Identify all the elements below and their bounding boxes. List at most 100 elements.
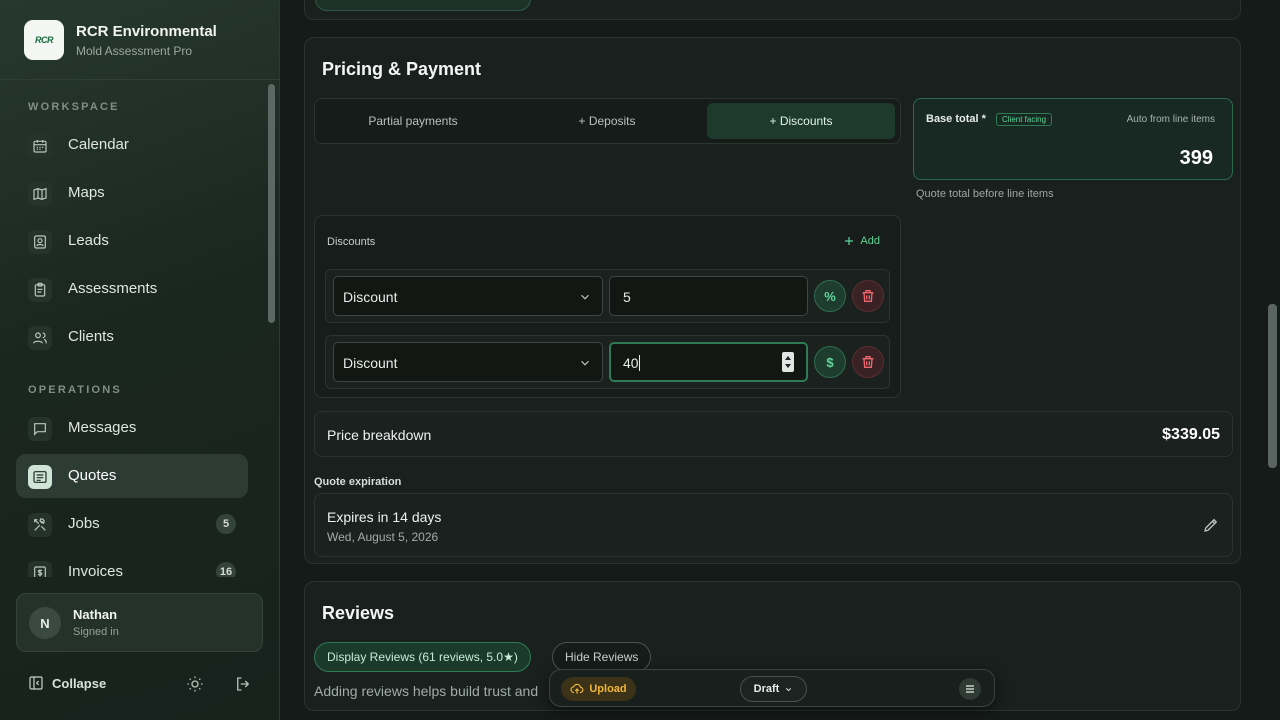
discount-amount-input[interactable]: 40 <box>609 342 808 382</box>
discount-row: Discount 5 % <box>325 269 890 323</box>
sidebar-scrollbar-thumb[interactable] <box>268 84 275 323</box>
sidebar-item-label: Jobs <box>68 515 100 532</box>
sidebar-item-messages[interactable]: Messages <box>16 406 248 450</box>
base-total-label: Base total * <box>926 113 986 125</box>
previous-section-card <box>304 0 1241 20</box>
pencil-icon <box>1204 518 1218 532</box>
trash-icon <box>862 290 874 302</box>
percent-icon: % <box>824 288 836 304</box>
invoice-icon <box>28 561 52 577</box>
user-card[interactable]: N Nathan Signed in <box>16 593 263 652</box>
add-label: Add <box>860 235 880 247</box>
page-scrollbar-thumb[interactable] <box>1268 304 1277 468</box>
count-badge: 5 <box>216 514 236 534</box>
main-content: Pricing & Payment Partial payments + Dep… <box>280 0 1280 720</box>
brand-logo: RCR <box>24 20 64 60</box>
brand-name: RCR Environmental <box>76 23 217 40</box>
chevron-down-icon <box>581 294 589 300</box>
expiration-summary: Expires in 14 days <box>327 509 442 525</box>
base-total-help: Quote total before line items <box>916 188 1054 200</box>
auto-from-line-items-label: Auto from line items <box>1126 114 1215 125</box>
sidebar-item-clients[interactable]: Clients <box>16 315 248 359</box>
status-value: Draft <box>753 683 780 695</box>
delete-discount-button[interactable] <box>852 346 884 378</box>
discount-type-select[interactable]: Discount <box>333 276 603 316</box>
collapse-button[interactable]: Collapse <box>28 675 106 691</box>
quote-expiration-field: Expires in 14 days Wed, August 5, 2026 <box>314 493 1233 557</box>
pricing-payment-card: Pricing & Payment Partial payments + Dep… <box>304 37 1241 564</box>
discount-type-value: Discount <box>343 289 398 305</box>
delete-discount-button[interactable] <box>852 280 884 312</box>
price-breakdown-label: Price breakdown <box>327 427 432 443</box>
theme-toggle-button[interactable] <box>186 675 204 693</box>
discount-mode-button[interactable]: $ <box>814 346 846 378</box>
sidebar-item-label: Invoices <box>68 563 124 577</box>
menu-icon <box>966 685 974 693</box>
client-facing-badge: Client facing <box>996 113 1053 126</box>
logout-button[interactable] <box>234 675 252 693</box>
price-breakdown-value: $339.05 <box>1162 426 1220 443</box>
edit-expiration-button[interactable] <box>1202 516 1220 534</box>
sidebar-collapse-icon <box>29 676 43 690</box>
expiration-date: Wed, August 5, 2026 <box>327 530 439 544</box>
discount-type-select[interactable]: Discount <box>333 342 603 382</box>
tab-discounts[interactable]: + Discounts <box>707 103 895 139</box>
count-badge: 16 <box>216 562 236 577</box>
brand[interactable]: RCR RCR Environmental Mold Assessment Pr… <box>24 20 264 60</box>
upload-label: Upload <box>589 683 627 695</box>
price-breakdown[interactable]: Price breakdown $339.05 <box>314 411 1233 457</box>
section-title: Reviews <box>322 603 395 623</box>
tools-icon <box>28 513 52 537</box>
sidebar-item-jobs[interactable]: Jobs 5 <box>16 502 248 546</box>
display-reviews-button[interactable]: Display Reviews (61 reviews, 5.0★) <box>314 642 531 672</box>
discount-amount-input[interactable]: 5 <box>609 276 808 316</box>
sidebar-item-assessments[interactable]: Assessments <box>16 267 248 311</box>
add-discount-button[interactable]: Add <box>843 235 880 247</box>
calendar-icon <box>28 134 52 158</box>
reviews-help-text: Adding reviews helps build trust and <box>314 683 539 699</box>
hide-reviews-button[interactable]: Hide Reviews <box>552 642 652 672</box>
sidebar-item-label: Assessments <box>68 280 158 297</box>
previous-section-button[interactable] <box>315 0 531 11</box>
text-caret <box>638 355 640 371</box>
base-total-value: 399 <box>1179 147 1213 169</box>
discounts-panel: Discounts Add Discount 5 % Discount 40 $ <box>314 215 901 398</box>
dollar-icon: $ <box>826 354 834 370</box>
sidebar-item-label: Quotes <box>68 467 117 484</box>
status-select[interactable]: Draft <box>740 676 807 702</box>
logout-icon <box>237 677 250 691</box>
contact-card-icon <box>28 230 52 254</box>
plus-icon <box>845 237 854 245</box>
sidebar: RCR RCR Environmental Mold Assessment Pr… <box>0 0 280 720</box>
sidebar-item-label: Clients <box>68 328 114 345</box>
collapse-label: Collapse <box>52 675 107 691</box>
discount-mode-button[interactable]: % <box>814 280 846 312</box>
section-label-operations: OPERATIONS <box>28 384 122 396</box>
discount-amount-value: 40 <box>623 355 640 371</box>
chevron-down-icon <box>581 360 589 366</box>
sidebar-item-label: Messages <box>68 419 137 436</box>
sidebar-item-leads[interactable]: Leads <box>16 219 248 263</box>
message-icon <box>28 417 52 441</box>
sidebar-item-maps[interactable]: Maps <box>16 171 248 215</box>
sidebar-item-calendar[interactable]: Calendar <box>16 123 248 167</box>
avatar: N <box>29 607 61 639</box>
number-spinner[interactable] <box>782 352 794 372</box>
base-total-field[interactable]: Base total * Client facing Auto from lin… <box>913 98 1233 180</box>
sidebar-item-invoices[interactable]: Invoices 16 <box>16 550 248 577</box>
sidebar-item-label: Calendar <box>68 136 129 153</box>
sidebar-item-quotes[interactable]: Quotes <box>16 454 248 498</box>
user-name: Nathan <box>73 607 118 622</box>
section-label-workspace: WORKSPACE <box>28 101 120 113</box>
brand-subtitle: Mold Assessment Pro <box>76 44 193 58</box>
upload-button[interactable]: Upload <box>561 677 636 701</box>
user-status: Signed in <box>73 626 119 638</box>
trash-icon <box>862 356 874 368</box>
tab-deposits[interactable]: + Deposits <box>513 103 701 139</box>
users-icon <box>28 326 52 350</box>
quote-expiration-label: Quote expiration <box>314 476 402 488</box>
discount-row: Discount 40 $ <box>325 335 890 389</box>
clipboard-icon <box>28 278 52 302</box>
tab-partial-payments[interactable]: Partial payments <box>319 103 507 139</box>
more-menu-button[interactable] <box>959 678 981 700</box>
